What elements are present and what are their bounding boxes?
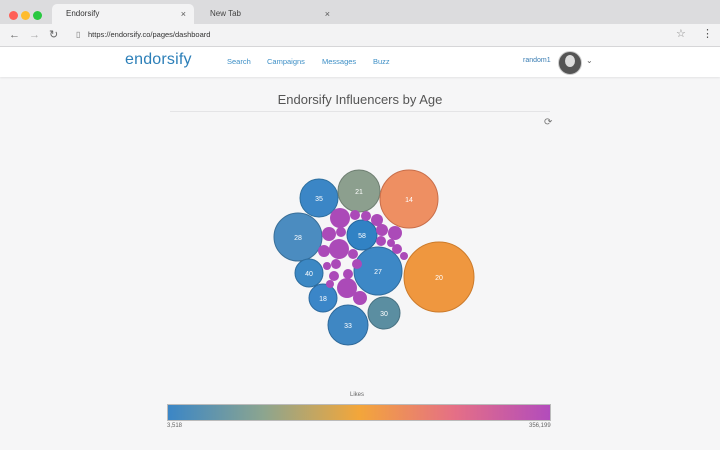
legend-max: 356,199 (529, 423, 551, 429)
bubble[interactable] (329, 271, 339, 281)
legend-min: 3,518 (167, 423, 183, 429)
bubble-label: 30 (380, 311, 388, 318)
bubble[interactable] (361, 211, 371, 221)
color-legend (167, 404, 551, 421)
bubble[interactable] (352, 259, 362, 269)
bubble-label: 33 (344, 323, 352, 330)
bubble[interactable] (331, 259, 341, 269)
bubble-label: 20 (435, 275, 443, 282)
browser-window: Endorsify × New Tab × ← → ↻ ▯ https://en… (0, 0, 720, 450)
bubble[interactable] (326, 280, 334, 288)
bubble[interactable] (343, 269, 353, 279)
bubble[interactable] (318, 245, 330, 257)
bubble-group (273, 169, 475, 346)
legend-title: Likes (350, 392, 365, 398)
bubble-label: 28 (294, 235, 302, 242)
bubble[interactable] (392, 244, 402, 254)
bubble[interactable] (388, 226, 402, 240)
bubble[interactable] (350, 210, 360, 220)
bubble[interactable] (348, 249, 358, 259)
bubble-label: 18 (319, 296, 327, 303)
bubble[interactable] (329, 239, 349, 259)
bubble-label: 21 (355, 189, 363, 196)
bubble[interactable] (323, 262, 331, 270)
bubble-label: 35 (315, 196, 323, 203)
bubble[interactable] (400, 252, 408, 260)
bubble-label: 14 (405, 197, 413, 204)
bubble-chart: 35 21 14 28 58 40 27 20 18 30 33 (273, 169, 475, 346)
bubble-label: 40 (305, 271, 313, 278)
bubble[interactable] (376, 224, 388, 236)
bubble-label: 27 (374, 269, 382, 276)
bubble[interactable] (353, 291, 367, 305)
bubble[interactable] (322, 227, 336, 241)
bubble[interactable] (330, 208, 350, 228)
bubble[interactable] (336, 227, 346, 237)
bubble[interactable] (376, 236, 386, 246)
bubble-label: 58 (358, 233, 366, 240)
